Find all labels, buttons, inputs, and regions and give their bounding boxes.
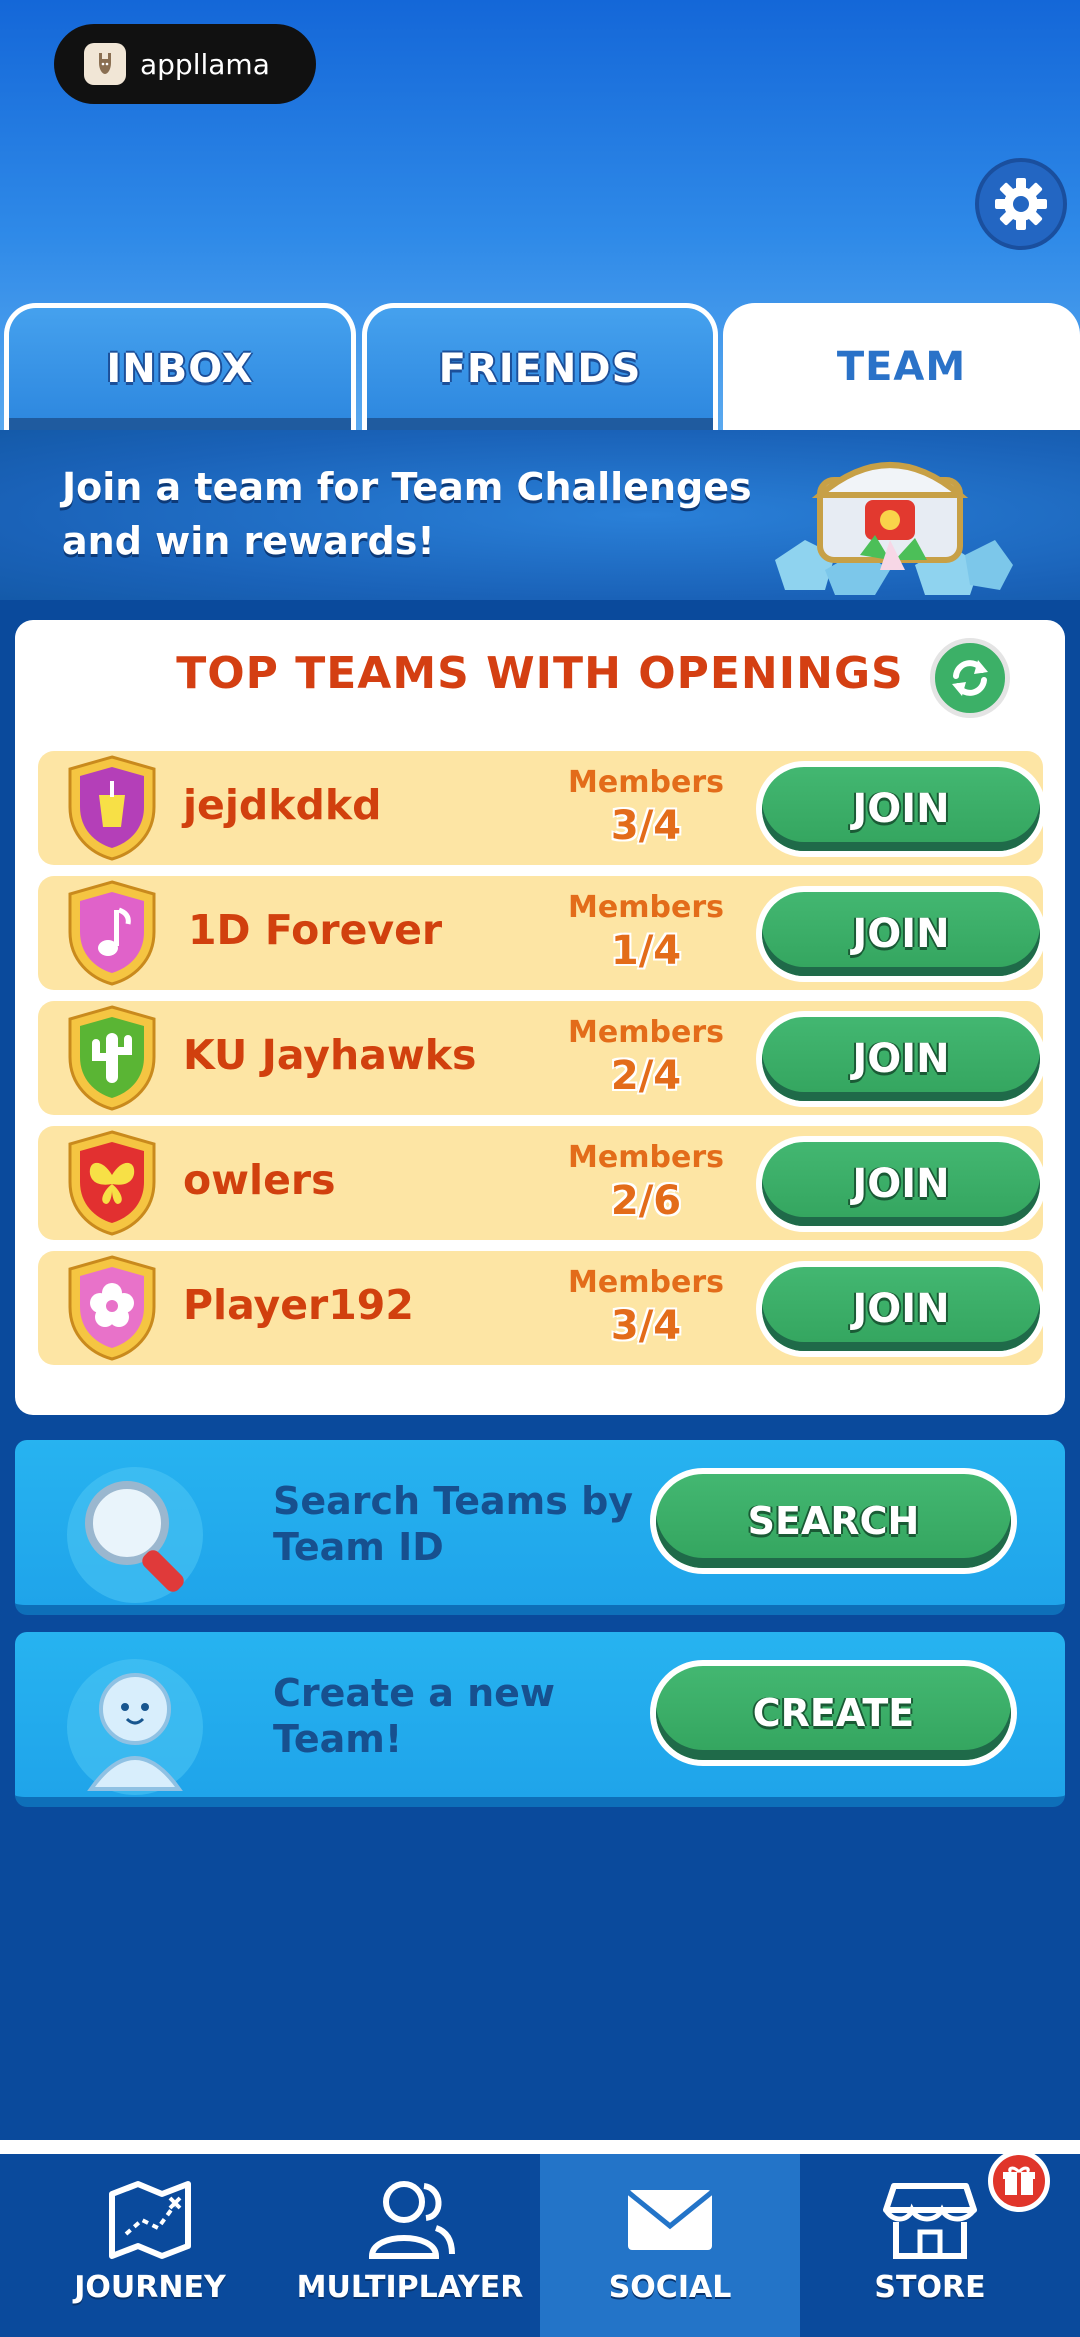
envelope-icon xyxy=(626,2190,714,2250)
refresh-button[interactable] xyxy=(930,638,1010,718)
tab-team-label: TEAM xyxy=(836,343,967,390)
magnifier-icon xyxy=(67,1467,203,1603)
tab-friends[interactable]: FRIENDS xyxy=(362,303,718,430)
join-button-label: JOIN xyxy=(762,767,1040,851)
tab-inbox-label: INBOX xyxy=(106,346,254,392)
create-team-text: Create a new Team! xyxy=(273,1671,556,1761)
join-button-label: JOIN xyxy=(762,1017,1040,1101)
members-label: Members xyxy=(568,890,724,925)
members-label: Members xyxy=(568,1265,724,1300)
members-label: Members xyxy=(568,1140,724,1175)
members-count: 2/6 xyxy=(610,1178,682,1224)
app-badge: appllama xyxy=(54,24,316,104)
members-count: 1/4 xyxy=(610,928,682,974)
llama-logo-icon xyxy=(84,43,126,85)
join-button[interactable]: JOIN xyxy=(756,1261,1046,1357)
map-icon xyxy=(109,2181,191,2259)
team-row: 1D Forever Members 1/4 JOIN xyxy=(38,876,1046,990)
create-button-label: CREATE xyxy=(656,1666,1011,1760)
refresh-icon xyxy=(952,660,988,696)
team-name: owlers xyxy=(183,1156,336,1204)
create-button[interactable]: CREATE xyxy=(650,1660,1017,1766)
gift-icon[interactable] xyxy=(988,2150,1050,2212)
banner-text: Join a team for Team Challenges and win … xyxy=(62,465,752,563)
join-button[interactable]: JOIN xyxy=(756,761,1046,857)
flower-icon xyxy=(68,1255,156,1361)
bottom-nav: JOURNEY MULTIPLAYER SOCIAL STORE xyxy=(0,2154,1080,2337)
nav-social-label: SOCIAL xyxy=(608,2270,732,2305)
team-name: KU Jayhawks xyxy=(183,1031,477,1079)
treasure-chest-icon xyxy=(775,462,1013,595)
team-name: Player192 xyxy=(183,1281,414,1329)
members-count: 3/4 xyxy=(610,1303,682,1349)
tab-inbox[interactable]: INBOX xyxy=(4,303,356,430)
app-badge-label: appllama xyxy=(140,47,270,81)
join-button-label: JOIN xyxy=(762,1267,1040,1351)
join-button-label: JOIN xyxy=(762,1142,1040,1226)
store-icon xyxy=(883,2183,977,2259)
search-teams-text: Search Teams by Team ID xyxy=(273,1479,634,1569)
music-note-icon xyxy=(68,880,156,986)
team-mascot-icon xyxy=(67,1659,203,1795)
team-row: KU Jayhawks Members 2/4 JOIN xyxy=(38,1001,1046,1115)
nav-multiplayer-label: MULTIPLAYER xyxy=(296,2270,524,2305)
bottom-nav-divider xyxy=(0,2140,1080,2154)
search-button[interactable]: SEARCH xyxy=(650,1468,1017,1574)
butterfly-icon xyxy=(68,1130,156,1236)
create-team-card: Create a new Team! CREATE xyxy=(15,1632,1065,1807)
social-tabs: INBOX FRIENDS TEAM xyxy=(0,303,1080,430)
nav-store-label: STORE xyxy=(874,2270,986,2305)
nav-social[interactable]: SOCIAL xyxy=(540,2154,800,2337)
join-button-label: JOIN xyxy=(762,892,1040,976)
search-button-label: SEARCH xyxy=(656,1474,1011,1568)
top-teams-card: TOP TEAMS WITH OPENINGS jejdkdkd Members… xyxy=(15,620,1065,1415)
team-row: jejdkdkd Members 3/4 JOIN xyxy=(38,751,1046,865)
tab-friends-label: FRIENDS xyxy=(438,346,642,392)
members-count: 3/4 xyxy=(610,803,682,849)
team-name: 1D Forever xyxy=(188,906,443,954)
members-label: Members xyxy=(568,765,724,800)
nav-journey[interactable]: JOURNEY xyxy=(20,2154,280,2337)
nav-journey-label: JOURNEY xyxy=(74,2270,226,2305)
members-label: Members xyxy=(568,1015,724,1050)
top-teams-title: TOP TEAMS WITH OPENINGS xyxy=(176,648,904,699)
search-teams-card: Search Teams by Team ID SEARCH xyxy=(15,1440,1065,1615)
cactus-icon xyxy=(68,1005,156,1111)
nav-multiplayer[interactable]: MULTIPLAYER xyxy=(280,2154,540,2337)
settings-button[interactable] xyxy=(975,158,1067,250)
team-row: Player192 Members 3/4 JOIN xyxy=(38,1251,1046,1365)
team-name: jejdkdkd xyxy=(183,781,382,829)
members-count: 2/4 xyxy=(610,1053,682,1099)
gear-icon xyxy=(995,178,1047,230)
join-button[interactable]: JOIN xyxy=(756,886,1046,982)
join-button[interactable]: JOIN xyxy=(756,1011,1046,1107)
users-icon xyxy=(368,2181,455,2259)
join-button[interactable]: JOIN xyxy=(756,1136,1046,1232)
cup-icon xyxy=(68,755,156,861)
tab-team[interactable]: TEAM xyxy=(723,303,1080,430)
team-row: owlers Members 2/6 JOIN xyxy=(38,1126,1046,1240)
